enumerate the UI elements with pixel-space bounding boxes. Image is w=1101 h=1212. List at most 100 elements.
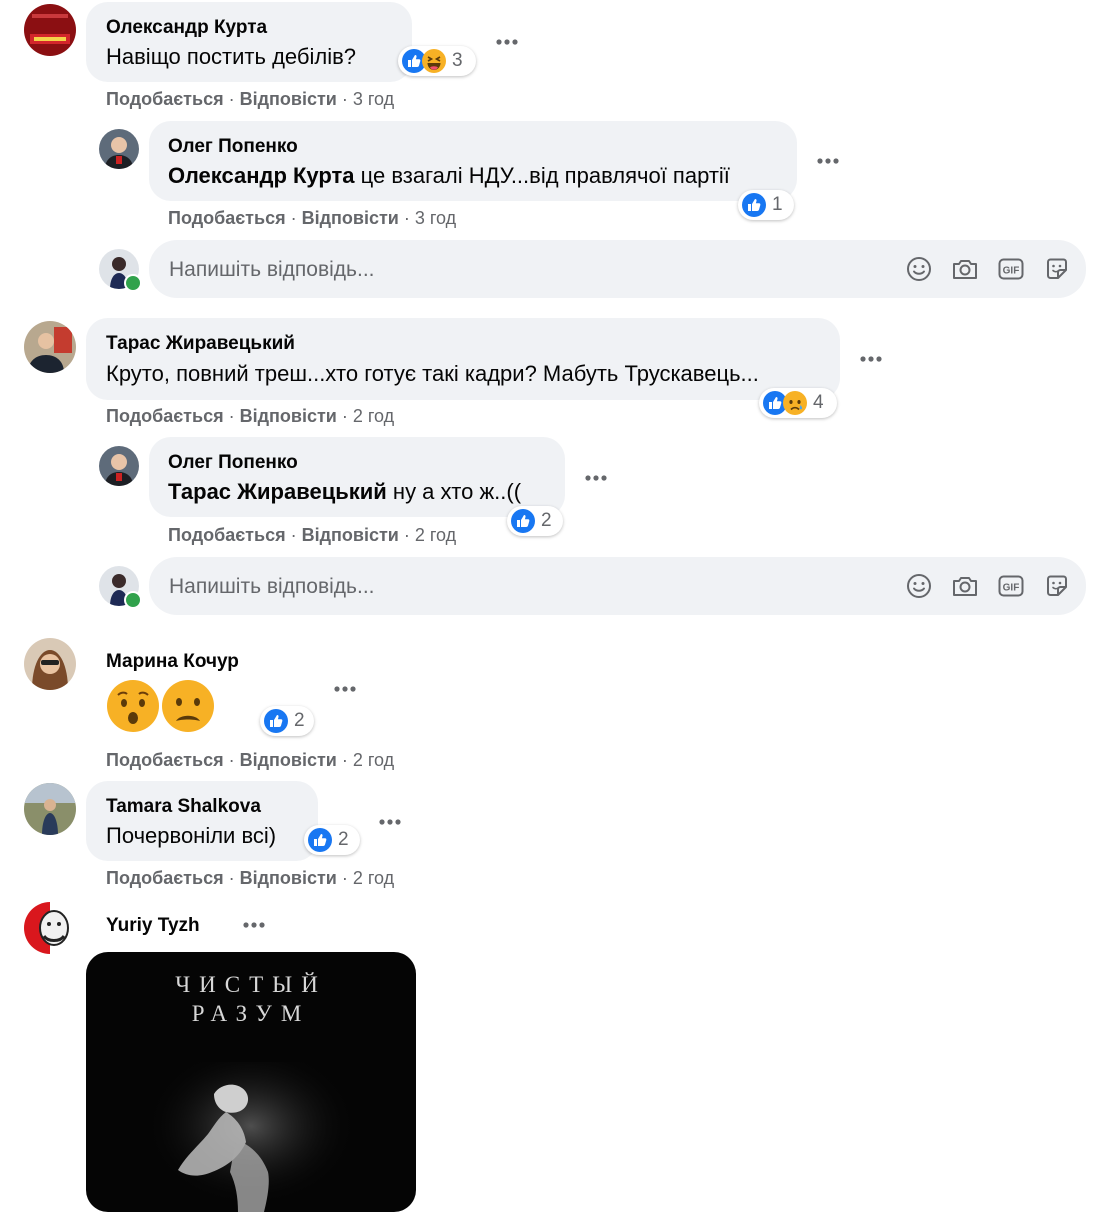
reply-box[interactable] (149, 240, 1086, 300)
avatar[interactable] (24, 783, 76, 835)
online-status-dot (124, 274, 142, 292)
separator: · (223, 750, 240, 770)
avatar[interactable] (24, 321, 76, 373)
more-options-icon[interactable] (858, 354, 884, 364)
separator: · (223, 406, 240, 426)
reply-button[interactable]: Відповісти (240, 750, 337, 770)
hushed-face-emoji (106, 679, 160, 733)
more-options-icon[interactable] (332, 684, 358, 694)
sticker-icon[interactable] (1042, 571, 1072, 601)
avatar[interactable] (24, 902, 76, 954)
timestamp[interactable]: 3 год (353, 89, 394, 109)
frowning-face-emoji (161, 679, 215, 733)
gif-icon[interactable] (996, 254, 1026, 284)
camera-icon[interactable] (950, 254, 980, 284)
timestamp[interactable]: 2 год (353, 406, 394, 426)
reply-author[interactable]: Олег Попенко (168, 136, 298, 158)
more-options-icon[interactable] (494, 37, 520, 47)
reaction-summary[interactable]: 2 (304, 825, 360, 855)
more-options-icon[interactable] (815, 156, 841, 166)
sad-icon (782, 390, 808, 416)
online-status-dot (124, 591, 142, 609)
like-button[interactable]: Подобається (106, 750, 224, 770)
comment-author[interactable]: Марина Кочур (106, 651, 239, 673)
sticker-icon[interactable] (1042, 254, 1072, 284)
timestamp[interactable]: 2 год (353, 750, 394, 770)
like-button[interactable]: Подобається (106, 868, 224, 888)
reaction-summary[interactable]: 4 (759, 388, 837, 418)
comment-bubble: Tamara Shalkova Почервоніли всі) (86, 781, 318, 861)
reply-text: Олександр Курта це взагалі НДУ...від пра… (168, 163, 730, 189)
reaction-count: 3 (452, 50, 463, 71)
smile-icon[interactable] (904, 571, 934, 601)
like-button[interactable]: Подобається (168, 208, 286, 228)
reply-body: це взагалі НДУ...від правлячої партії (354, 163, 730, 188)
like-button[interactable]: Подобається (106, 406, 224, 426)
reaction-count: 2 (294, 710, 305, 731)
reaction-count: 2 (338, 829, 349, 850)
comment-bubble: Тарас Жиравецький Круто, повний треш...х… (86, 318, 840, 400)
comment-author[interactable]: Yuriy Tyzh (106, 915, 200, 937)
separator: · (336, 868, 353, 888)
reaction-summary[interactable]: 2 (507, 506, 563, 536)
like-button[interactable]: Подобається (106, 89, 224, 109)
comment-text: Круто, повний треш...хто готує такі кадр… (106, 361, 759, 386)
smile-icon[interactable] (904, 254, 934, 284)
comment-meta: Подобається · Відповісти · 2 год (106, 406, 394, 427)
reply-button[interactable]: Відповісти (240, 89, 337, 109)
mention-link[interactable]: Тарас Жиравецький (168, 479, 387, 504)
comment-author[interactable]: Олександр Курта (106, 17, 267, 39)
separator: · (285, 208, 302, 228)
comment-author[interactable]: Тарас Жиравецький (106, 333, 295, 355)
reaction-count: 2 (541, 510, 552, 531)
reply-box[interactable] (149, 557, 1086, 617)
avatar[interactable] (99, 129, 139, 169)
image-figure (146, 1062, 356, 1212)
reply-text: Тарас Жиравецький ну а хто ж..(( (168, 479, 521, 505)
separator: · (398, 208, 415, 228)
reply-button[interactable]: Відповісти (302, 208, 399, 228)
reply-meta: Подобається · Відповісти · 3 год (168, 208, 456, 229)
gif-icon[interactable] (996, 571, 1026, 601)
more-options-icon[interactable] (241, 920, 267, 930)
camera-icon[interactable] (950, 571, 980, 601)
comment-text: Почервоніли всі) (106, 823, 277, 848)
separator: · (336, 750, 353, 770)
timestamp[interactable]: 2 год (415, 525, 456, 545)
like-icon (510, 508, 536, 534)
reaction-count: 4 (813, 392, 824, 413)
reply-input[interactable] (167, 240, 771, 300)
comment-image[interactable]: ЧИСТЫЙ РАЗУМ (86, 952, 416, 1212)
reaction-summary[interactable]: 1 (738, 190, 794, 220)
reply-button[interactable]: Відповісти (240, 406, 337, 426)
reply-input[interactable] (167, 557, 771, 617)
comment-text: Навіщо постить дебілів? (106, 44, 357, 69)
reply-button[interactable]: Відповісти (302, 525, 399, 545)
reply-button[interactable]: Відповісти (240, 868, 337, 888)
more-options-icon[interactable] (377, 817, 403, 827)
timestamp[interactable]: 2 год (353, 868, 394, 888)
avatar[interactable] (24, 4, 76, 56)
reply-body: ну а хто ж..(( (386, 479, 522, 504)
separator: · (336, 406, 353, 426)
comment-meta: Подобається · Відповісти · 3 год (106, 89, 394, 110)
reaction-summary[interactable]: 3 (398, 46, 476, 76)
comment-author[interactable]: Tamara Shalkova (106, 796, 261, 818)
reply-meta: Подобається · Відповісти · 2 год (168, 525, 456, 546)
like-icon (263, 708, 289, 734)
avatar[interactable] (99, 446, 139, 486)
mention-link[interactable]: Олександр Курта (168, 163, 355, 188)
reaction-summary[interactable]: 2 (260, 706, 314, 736)
reply-bubble: Олег Попенко Тарас Жиравецький ну а хто … (149, 437, 565, 517)
separator: · (285, 525, 302, 545)
like-button[interactable]: Подобається (168, 525, 286, 545)
separator: · (336, 89, 353, 109)
timestamp[interactable]: 3 год (415, 208, 456, 228)
avatar[interactable] (24, 638, 76, 690)
more-options-icon[interactable] (583, 473, 609, 483)
reply-bubble: Олег Попенко Олександр Курта це взагалі … (149, 121, 797, 201)
haha-icon (421, 48, 447, 74)
reply-author[interactable]: Олег Попенко (168, 452, 298, 474)
comment-bubble: Олександр Курта Навіщо постить дебілів? (86, 2, 412, 82)
separator: · (223, 89, 240, 109)
